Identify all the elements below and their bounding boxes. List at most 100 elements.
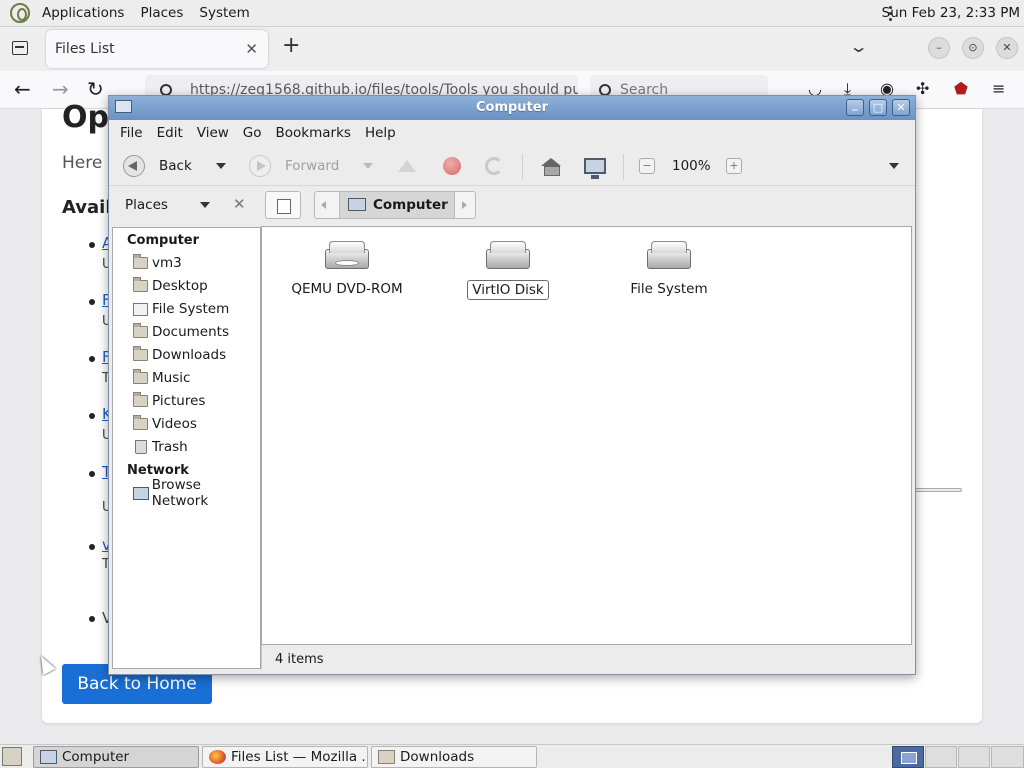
path-scroll-right-icon[interactable] xyxy=(462,201,467,209)
minimize-window-button[interactable]: – xyxy=(928,37,950,59)
folder-icon xyxy=(133,277,148,292)
toolbar-separator xyxy=(522,154,523,180)
taskbar-item-downloads[interactable]: Downloads xyxy=(371,746,537,768)
taskbar-item-label: Computer xyxy=(62,749,130,765)
workspace-1[interactable] xyxy=(892,746,924,768)
close-icon[interactable]: ✕ xyxy=(233,195,246,213)
menu-file[interactable]: File xyxy=(113,125,150,141)
browser-tab-title: Files List xyxy=(55,41,115,57)
places-sidebar: Computer vm3 Desktop File System Documen… xyxy=(112,227,261,669)
back-button[interactable]: Back xyxy=(123,146,192,186)
menu-bookmarks[interactable]: Bookmarks xyxy=(269,125,358,141)
forward-history-dropdown[interactable] xyxy=(363,146,373,186)
chevron-down-icon[interactable] xyxy=(200,202,210,208)
firefox-icon xyxy=(209,750,226,764)
toolbar-overflow-dropdown[interactable] xyxy=(889,146,899,186)
ublock-icon[interactable]: ⬟ xyxy=(954,79,968,98)
folder-icon xyxy=(133,346,148,361)
sidebar-item-downloads[interactable]: Downloads xyxy=(133,345,226,365)
new-tab-icon[interactable]: + xyxy=(282,33,300,58)
forward-button[interactable]: Forward xyxy=(249,146,339,186)
browser-tab[interactable]: Files List ✕ xyxy=(46,30,268,68)
zoom-in-button[interactable]: + xyxy=(726,146,742,186)
sidebar-item-file-system[interactable]: File System xyxy=(133,299,229,319)
panel-clock[interactable]: Sun Feb 23, 2:33 PM xyxy=(882,0,1024,27)
forward-arrow-icon[interactable]: → xyxy=(52,77,69,101)
sidebar-item-browse-network[interactable]: Browse Network xyxy=(133,477,260,509)
edit-location-button[interactable] xyxy=(265,191,301,219)
places-menu[interactable]: Places xyxy=(132,0,191,27)
bottom-taskbar: Computer Files List — Mozilla ... Downlo… xyxy=(0,744,1024,768)
mate-logo-icon[interactable] xyxy=(10,3,30,23)
drive-item-virtio-disk[interactable]: VirtIO Disk xyxy=(433,241,583,300)
computer-icon[interactable] xyxy=(584,146,606,186)
chevron-down-icon[interactable]: ⌄ xyxy=(849,37,869,56)
workspace-4[interactable] xyxy=(991,746,1024,768)
sidebar-heading-network: Network xyxy=(127,463,189,478)
folder-icon xyxy=(133,392,148,407)
sidebar-item-label: File System xyxy=(152,301,230,317)
minimize-button[interactable] xyxy=(846,99,864,116)
sidebar-item-desktop[interactable]: Desktop xyxy=(133,276,208,296)
available-heading: Avail xyxy=(62,197,112,218)
sidebar-item-trash[interactable]: Trash xyxy=(133,437,188,457)
menu-help[interactable]: Help xyxy=(358,125,403,141)
sidebar-item-pictures[interactable]: Pictures xyxy=(133,391,205,411)
network-icon xyxy=(133,486,149,500)
sidebar-item-label: Browse Network xyxy=(151,477,209,509)
back-history-dropdown[interactable] xyxy=(216,146,226,186)
folder-icon xyxy=(133,369,148,384)
path-button-computer[interactable]: Computer xyxy=(339,192,455,218)
list-bullet xyxy=(89,616,95,622)
icon-view[interactable]: QEMU DVD-ROM VirtIO Disk File System xyxy=(261,226,912,645)
taskbar-item-computer[interactable]: Computer xyxy=(33,746,199,768)
back-label: Back xyxy=(159,158,192,174)
menu-view[interactable]: View xyxy=(190,125,236,141)
zoom-out-button[interactable]: − xyxy=(639,146,655,186)
reload-icon[interactable]: ↻ xyxy=(87,77,104,101)
back-arrow-icon[interactable]: ← xyxy=(14,77,31,101)
window-title: Computer xyxy=(475,100,549,115)
hard-disk-icon xyxy=(647,241,691,273)
close-window-button[interactable]: ✕ xyxy=(996,37,1018,59)
drive-item-file-system[interactable]: File System xyxy=(594,241,744,298)
path-scroll-left-icon[interactable] xyxy=(321,201,326,209)
workspace-2[interactable] xyxy=(925,746,957,768)
hamburger-menu-icon[interactable]: ≡ xyxy=(992,79,1005,98)
extensions-icon[interactable]: ✣ xyxy=(916,79,929,98)
maximize-button[interactable] xyxy=(869,99,887,116)
applications-menu[interactable]: Applications xyxy=(34,0,132,27)
drive-item-qemu-dvd-rom[interactable]: QEMU DVD-ROM xyxy=(272,241,422,298)
system-menu[interactable]: System xyxy=(191,0,257,27)
taskbar-item-firefox[interactable]: Files List — Mozilla ... xyxy=(202,746,368,768)
window-titlebar[interactable]: Computer xyxy=(109,96,915,120)
sidebar-item-music[interactable]: Music xyxy=(133,368,190,388)
menu-go[interactable]: Go xyxy=(236,125,269,141)
zoom-level[interactable]: 100% xyxy=(672,146,711,186)
sidebar-item-label: Documents xyxy=(152,324,229,340)
folder-icon xyxy=(378,750,395,764)
sidebar-item-videos[interactable]: Videos xyxy=(133,414,197,434)
menu-edit[interactable]: Edit xyxy=(150,125,190,141)
up-arrow-icon[interactable] xyxy=(398,146,416,186)
stop-icon[interactable] xyxy=(443,146,461,186)
sidebar-item-label: vm3 xyxy=(152,255,182,271)
list-bullet xyxy=(89,299,95,305)
workspace-3[interactable] xyxy=(958,746,990,768)
file-manager-window: Computer File Edit View Go Bookmarks Hel… xyxy=(108,95,916,675)
firefox-tabbar: Files List ✕ + ⌄ – ⊙ ✕ xyxy=(0,27,1024,71)
show-desktop-icon[interactable] xyxy=(2,747,22,766)
sidebar-item-documents[interactable]: Documents xyxy=(133,322,229,342)
sidebar-item-vm3[interactable]: vm3 xyxy=(133,253,182,273)
close-button[interactable] xyxy=(892,99,910,116)
folder-icon xyxy=(133,323,148,338)
close-tab-icon[interactable]: ✕ xyxy=(245,30,258,68)
page-slider[interactable] xyxy=(914,488,962,492)
home-icon[interactable] xyxy=(541,146,561,186)
back-arrow-icon xyxy=(123,155,145,177)
list-all-tabs-icon[interactable] xyxy=(12,41,28,55)
maximize-window-button[interactable]: ⊙ xyxy=(962,37,984,59)
side-pane-selector[interactable]: Places xyxy=(125,186,168,224)
reload-icon[interactable] xyxy=(485,146,503,186)
list-bullet xyxy=(89,242,95,248)
